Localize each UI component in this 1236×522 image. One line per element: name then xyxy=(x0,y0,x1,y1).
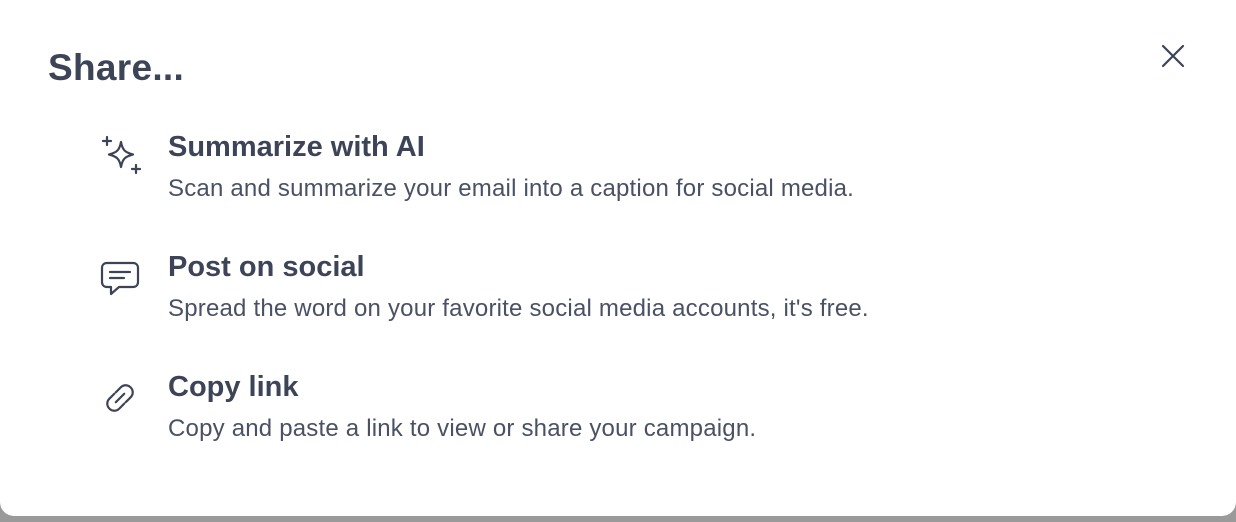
close-icon xyxy=(1161,44,1185,68)
sparkles-icon xyxy=(92,130,148,186)
copy-link-option[interactable]: Copy link Copy and paste a link to view … xyxy=(92,370,1092,470)
option-description: Spread the word on your favorite social … xyxy=(168,295,869,322)
summarize-ai-option[interactable]: Summarize with AI Scan and summarize you… xyxy=(92,130,1092,230)
option-title: Summarize with AI xyxy=(168,131,425,163)
share-dialog: Share... Summarize with AI Scan and summ… xyxy=(0,0,1236,516)
option-title: Copy link xyxy=(168,371,299,403)
close-button[interactable] xyxy=(1152,35,1194,77)
option-description: Copy and paste a link to view or share y… xyxy=(168,415,757,442)
option-description: Scan and summarize your email into a cap… xyxy=(168,175,855,202)
option-title: Post on social xyxy=(168,251,365,283)
post-on-social-option[interactable]: Post on social Spread the word on your f… xyxy=(92,250,1092,350)
dialog-title: Share... xyxy=(48,47,185,88)
chat-bubble-icon xyxy=(92,250,148,306)
link-icon xyxy=(92,370,148,426)
